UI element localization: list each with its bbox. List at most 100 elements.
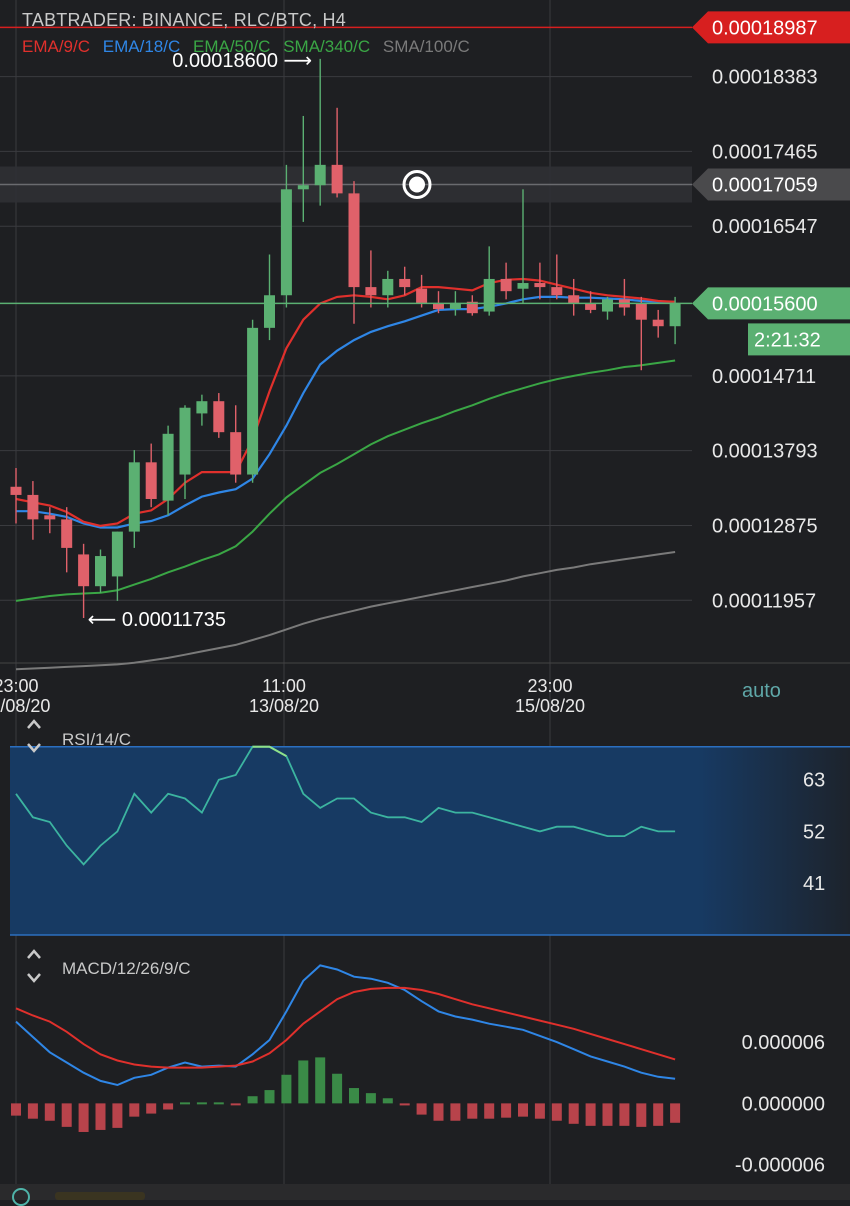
candle-up [196,401,208,414]
crosshair-target-dot [409,176,425,193]
rsi-level-label: 41 [803,873,825,895]
macd-hist-bar-down [146,1103,157,1114]
price-axis-label: 0.00016547 [712,216,818,238]
candle-down [500,278,512,292]
candle-down [61,519,73,548]
macd-hist-bar-down [568,1103,579,1124]
rsi-level-label: 52 [803,821,825,843]
cursor-price-tag: 0.00017059 [712,174,818,196]
chevron-up-icon[interactable] [26,717,41,731]
legend-ema50[interactable]: EMA/50/C [193,37,270,56]
macd-hist-bar-down [551,1103,562,1121]
price-axis-label: 0.00018383 [712,67,818,89]
price-axis-label: 0.00014711 [712,366,816,388]
chevron-down-icon[interactable] [26,971,41,985]
macd-level-label: -0.000006 [735,1155,825,1177]
macd-hist-bar-down [670,1103,681,1123]
legend-sma100[interactable]: SMA/100/C [383,37,470,56]
macd-hist-bar-down [11,1103,21,1116]
macd-hist-bar-down [585,1103,596,1126]
chart-screen: 0.00018987 0.00017059 0.00015600 2:21:32 0.0… [0,0,850,1206]
macd-hist-bar-up [196,1102,207,1105]
info-icon[interactable] [12,1188,30,1206]
candle-up [297,185,309,190]
last-price-tag: 0.00015600 [712,293,818,315]
candle-down [230,432,242,475]
macd-hist-bar-up [264,1090,275,1104]
macd-hist-bar-down [61,1103,72,1127]
macd-hist-bar-up [315,1057,326,1104]
ema18-line [16,295,676,529]
candle-up [280,189,292,296]
chevron-up-icon[interactable] [26,947,41,961]
candle-up [264,295,275,328]
candle-down [652,319,664,327]
macd-hist-bar-up [382,1098,393,1104]
candle-down [44,515,56,520]
time-axis-time: 11:00 [262,676,306,696]
macd-hist-bar-down [163,1103,174,1110]
candle-up [162,433,174,501]
macd-hist-bar-up [247,1096,258,1104]
price-axis-label: 0.00017465 [712,141,818,163]
macd-hist-bar-down [467,1103,478,1119]
candle-up [128,462,140,532]
macd-hist-bar-down [399,1103,410,1106]
macd-hist-bar-down [112,1103,123,1128]
ema9-line [15,277,676,528]
bottom-chip[interactable] [55,1192,145,1200]
high-price-tag: 0.00018987 [712,17,818,39]
macd-hist-bar-up [180,1102,190,1105]
candle-down [348,193,360,288]
macd-hist-bar-down [501,1103,512,1118]
candle-up [517,283,529,289]
macd-label: MACD/12/26/9/C [62,959,191,978]
candle-up [669,303,681,327]
chevron-down-icon[interactable] [26,741,41,755]
candle-down [27,494,39,520]
macd-hist-bar-down [78,1103,89,1132]
chart-title: TABTRADER: BINANCE, RLC/BTC, H4 [22,10,346,30]
legend-ema9[interactable]: EMA/9/C [22,37,90,56]
macd-hist-bar-down [484,1103,495,1119]
candle-up [111,531,123,577]
candle-up [247,327,259,475]
macd-hist-bar-down [95,1103,106,1130]
indicator-legend: EMA/9/C EMA/18/C EMA/50/C SMA/340/C SMA/… [22,37,478,57]
macd-hist-bar-down [450,1103,461,1121]
macd-hist-bar-down [653,1103,664,1126]
candle-down [551,287,563,296]
macd-hist-bar-down [518,1103,528,1117]
candle-up [382,278,394,296]
candle-down [568,295,580,304]
macd-hist-bar-down [44,1103,55,1121]
macd-hist-bar-down [636,1103,647,1127]
time-axis-time: 23:00 [527,676,572,696]
countdown-label: 2:21:32 [754,329,821,351]
macd-hist-bar-down [433,1103,444,1121]
legend-ema18[interactable]: EMA/18/C [103,37,180,56]
macd-hist-bar-down [534,1103,545,1119]
candle-up [95,556,106,587]
candle-up [602,299,613,312]
macd-signal-line [15,986,676,1069]
time-axis-date: 11/08/20 [0,696,50,716]
candle-up [449,303,461,310]
auto-scale-button[interactable]: auto [742,680,781,703]
macd-line [15,964,676,1087]
candle-down [145,462,157,499]
macd-hist-bar-down [619,1103,630,1126]
legend-sma340[interactable]: SMA/340/C [283,37,370,56]
time-axis-date: 15/08/20 [515,696,585,716]
macd-hist-bar-up [281,1074,292,1104]
time-axis-date: 13/08/20 [249,696,319,716]
price-axis-label: 0.00012875 [712,515,818,537]
candle-down [416,288,428,304]
chart-canvas[interactable]: 0.00018987 0.00017059 0.00015600 2:21:32 0.0… [0,0,850,1184]
candle-down [213,401,225,433]
macd-level-label: 0.000000 [742,1093,825,1115]
candle-down [433,303,444,310]
macd-hist-bar-up [298,1060,309,1104]
candle-down [365,287,377,296]
price-axis-label: 0.00011957 [712,590,816,612]
